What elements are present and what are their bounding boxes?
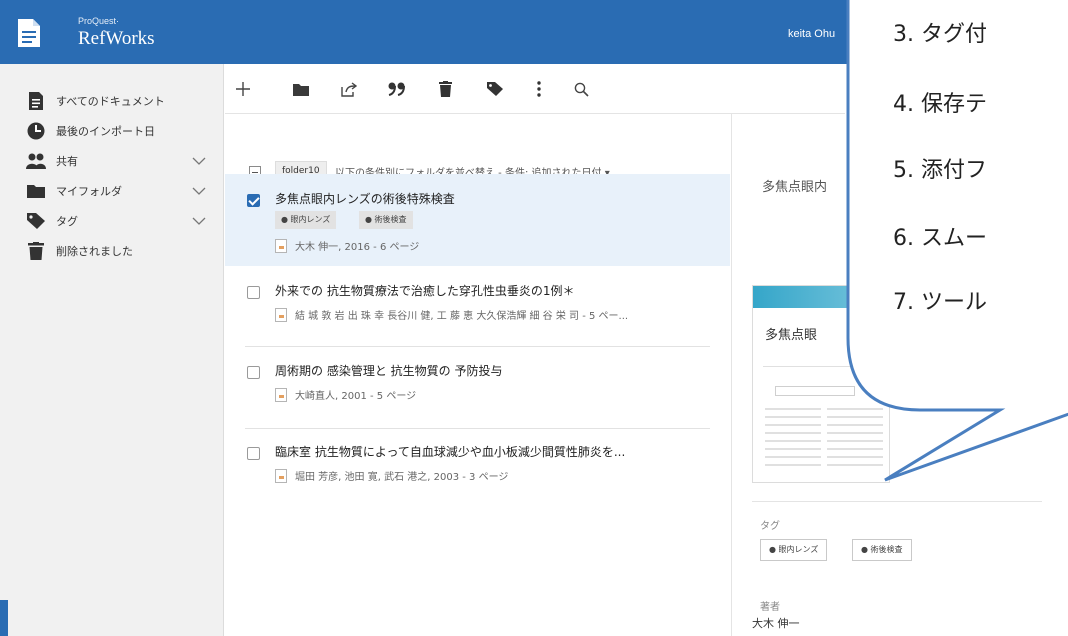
user-menu[interactable]: keita Ohu [788,28,835,40]
document-meta: 堀田 芳彦, 池田 寛, 武石 港之, 2003 - 3 ページ [275,468,508,483]
trash-icon[interactable] [433,77,457,101]
thumbnail-text-line [827,440,883,442]
share-icon[interactable] [337,77,361,101]
window-edge [0,600,8,636]
document-icon [26,91,46,111]
sidebar-item-label: すべてのドキュメント [56,96,165,108]
thumbnail-text-line [765,448,821,450]
thumbnail-rule [763,366,883,367]
tag-icon [26,211,46,231]
thumbnail-text-line [827,456,883,458]
thumbnail-text-line [827,448,883,450]
tag-chip[interactable]: ● 術後検査 [359,211,413,229]
detail-title: 多焦点眼内 [762,180,828,195]
trash-icon [26,241,46,261]
thumbnail-text-line [765,416,821,418]
clock-icon [26,121,46,141]
thumbnail-text-line [765,424,821,426]
tag-label: 術後検査 [870,545,903,554]
document-row[interactable]: 臨床室 抗生物質によって自血球減少や血小板減少間質性肺炎を... 堀田 芳彦, … [225,429,730,509]
tag-icon[interactable] [483,77,507,101]
brand-refworks[interactable]: RefWorks [78,28,155,50]
add-icon[interactable] [231,77,255,101]
document-row[interactable]: 外来での 抗生物質療法で治癒した穿孔性虫垂炎の1例＊ 結 城 敦 岩 出 珠 幸… [225,266,730,346]
thumbnail-text-line [827,416,883,418]
tag-chip[interactable]: ● 眼内レンズ [275,211,337,229]
thumbnail-text-line [765,432,821,434]
more-icon[interactable] [527,77,551,101]
document-thumbnail[interactable]: 多焦点眼 [752,285,890,483]
detail-tag-chip[interactable]: ● 眼内レンズ [760,539,828,561]
quote-icon[interactable] [385,77,409,101]
detail-author: 大木 伸一 [752,617,800,630]
chevron-down-icon[interactable] [192,214,206,228]
sidebar: すべてのドキュメント 最後のインポート日 共有 マイフォルダ タグ 削除されまし… [0,64,224,636]
document-toolbar [225,64,845,114]
detail-tag-chip[interactable]: ● 術後検査 [852,539,912,561]
document-meta-text: 堀田 芳彦, 池田 寛, 武石 港之, 2003 - 3 ページ [295,472,509,483]
brand-proquest: ProQuest· [78,16,120,26]
pdf-file-icon [275,307,287,322]
list-header: folder10 以下の条件別にフォルダを並べ替え - 条件: 追加された日付 … [225,114,730,181]
tag-label: 術後検査 [374,215,407,224]
thumbnail-heading-box [775,386,855,396]
document-meta-text: 大木 伸一, 2016 - 6 ページ [295,242,420,253]
document-meta-text: 大崎直人, 2001 - 5 ページ [295,391,417,402]
thumbnail-title: 多焦点眼 [765,328,818,343]
tag-label: 眼内レンズ [778,545,819,554]
thumbnail-text-line [765,456,821,458]
document-row[interactable]: 周術期の 感染管理と 抗生物質の 予防投与 大崎直人, 2001 - 5 ページ [225,347,730,427]
sidebar-item-last-import[interactable]: 最後のインポート日 [0,116,224,146]
sidebar-item-shared[interactable]: 共有 [0,146,224,176]
thumbnail-header-band [753,286,889,308]
row-checkbox[interactable] [247,366,260,379]
row-checkbox[interactable] [247,286,260,299]
tags-label: タグ [760,521,780,532]
document-meta-text: 結 城 敦 岩 出 珠 幸 長谷川 健, 工 藤 恵 大久保浩輝 細 谷 栄 司… [295,311,629,322]
chevron-down-icon[interactable] [192,184,206,198]
thumbnail-text-line [765,440,821,442]
thumbnail-text-line [765,408,821,410]
sidebar-item-my-folders[interactable]: マイフォルダ [0,176,224,206]
tag-label: 眼内レンズ [290,215,331,224]
document-meta: 大崎直人, 2001 - 5 ページ [275,387,416,402]
chevron-down-icon[interactable] [192,154,206,168]
thumbnail-text-line [827,432,883,434]
document-title[interactable]: 周術期の 感染管理と 抗生物質の 予防投与 [275,362,502,379]
thumbnail-text-line [827,408,883,410]
folder-icon[interactable] [289,77,313,101]
document-meta: 結 城 敦 岩 出 珠 幸 長谷川 健, 工 藤 恵 大久保浩輝 細 谷 栄 司… [275,307,628,322]
thumbnail-text-line [827,424,883,426]
document-title[interactable]: 外来での 抗生物質療法で治癒した穿孔性虫垂炎の1例＊ [275,282,574,299]
sidebar-item-tags[interactable]: タグ [0,206,224,236]
thumbnail-text-line [765,464,821,466]
sidebar-item-label: マイフォルダ [56,186,122,198]
top-bar: ProQuest· RefWorks keita Ohu [0,0,1068,64]
pdf-file-icon [275,468,287,483]
row-checkbox[interactable] [247,447,260,460]
folder-icon [26,181,46,201]
pdf-file-icon [275,387,287,402]
sidebar-item-label: 最後のインポート日 [56,126,155,138]
sidebar-item-label: 削除されました [56,246,133,258]
document-title[interactable]: 多焦点眼内レンズの術後特殊検査 [275,190,455,207]
row-checkbox[interactable] [247,194,260,207]
users-icon [26,151,46,171]
refworks-logo-icon[interactable] [16,18,42,48]
sidebar-item-label: 共有 [56,156,78,168]
authors-label: 著者 [760,602,780,613]
pdf-file-icon [275,238,287,253]
detail-divider [752,501,1042,502]
thumbnail-text-line [827,464,883,466]
document-title[interactable]: 臨床室 抗生物質によって自血球減少や血小板減少間質性肺炎を... [275,443,625,460]
document-meta: 大木 伸一, 2016 - 6 ページ [275,238,419,253]
document-row[interactable]: 多焦点眼内レンズの術後特殊検査 ● 眼内レンズ ● 術後検査 大木 伸一, 20… [225,174,730,266]
search-icon[interactable] [569,77,593,101]
sidebar-item-deleted[interactable]: 削除されました [0,236,224,266]
sidebar-item-label: タグ [56,216,78,228]
sidebar-item-all-documents[interactable]: すべてのドキュメント [0,86,224,116]
